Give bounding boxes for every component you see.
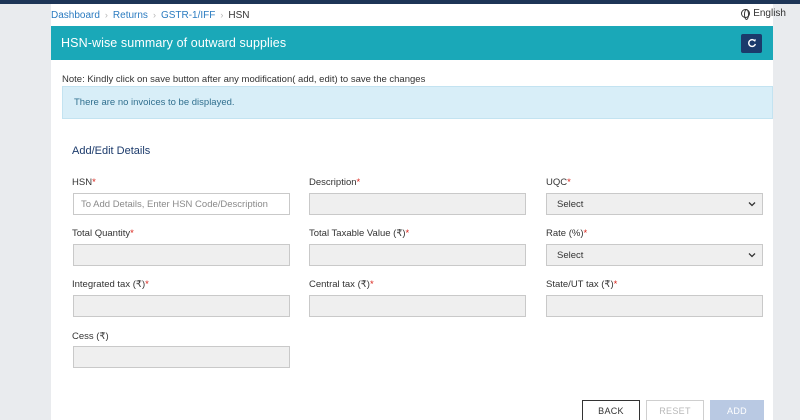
- breadcrumb-bar: Dashboard › Returns › GSTR-1/IFF › HSN E…: [51, 4, 786, 26]
- refresh-icon: [747, 38, 756, 48]
- section-title: Add/Edit Details: [72, 145, 151, 157]
- rate-selected-value: Select: [557, 249, 584, 261]
- central-tax-label: Central tax (₹)*: [309, 279, 374, 290]
- uqc-label: UQC*: [546, 177, 571, 188]
- cess-label: Cess (₹): [72, 331, 109, 342]
- uqc-selected-value: Select: [557, 198, 584, 210]
- state-ut-tax-label-text: State/UT tax (₹): [546, 279, 614, 290]
- breadcrumb-separator: ›: [220, 10, 224, 20]
- uqc-select[interactable]: Select: [546, 193, 763, 215]
- no-invoices-alert: There are no invoices to be displayed.: [62, 86, 773, 119]
- breadcrumb-separator: ›: [152, 10, 156, 20]
- cess-input[interactable]: [73, 346, 290, 368]
- required-marker: *: [405, 228, 410, 239]
- description-label: Description*: [309, 177, 360, 188]
- chevron-down-icon: [748, 253, 756, 258]
- main-panel: HSN-wise summary of outward supplies Not…: [51, 26, 773, 420]
- hsn-label-text: HSN: [72, 177, 93, 188]
- required-marker: *: [130, 228, 134, 239]
- description-label-text: Description: [309, 177, 357, 188]
- uqc-label-text: UQC: [546, 177, 568, 188]
- language-label: English: [753, 8, 786, 19]
- required-marker: *: [92, 177, 96, 188]
- globe-icon: [741, 9, 751, 20]
- total-taxable-value-label: Total Taxable Value (₹)*: [309, 228, 409, 239]
- breadcrumb-returns[interactable]: Returns: [113, 10, 148, 21]
- cess-label-text: Cess (₹): [72, 331, 109, 342]
- central-tax-label-text: Central tax (₹): [309, 279, 370, 290]
- hsn-input[interactable]: [73, 193, 290, 215]
- state-ut-tax-input[interactable]: [546, 295, 763, 317]
- required-marker: *: [613, 279, 618, 290]
- add-button[interactable]: ADD: [710, 400, 764, 420]
- required-marker: *: [567, 177, 571, 188]
- page-title: HSN-wise summary of outward supplies: [61, 36, 287, 50]
- description-input[interactable]: [309, 193, 526, 215]
- state-ut-tax-label: State/UT tax (₹)*: [546, 279, 617, 290]
- central-tax-input[interactable]: [309, 295, 526, 317]
- panel-header: HSN-wise summary of outward supplies: [51, 26, 773, 60]
- breadcrumb-gstr1-iff[interactable]: GSTR-1/IFF: [161, 10, 215, 21]
- required-marker: *: [145, 279, 149, 290]
- required-marker: *: [356, 177, 361, 188]
- rate-select[interactable]: Select: [546, 244, 763, 266]
- hsn-label: HSN*: [72, 177, 96, 188]
- integrated-tax-label: Integrated tax (₹)*: [72, 279, 149, 290]
- breadcrumb-dashboard[interactable]: Dashboard: [51, 10, 100, 21]
- integrated-tax-label-text: Integrated tax (₹): [72, 279, 146, 290]
- integrated-tax-input[interactable]: [73, 295, 290, 317]
- back-button[interactable]: BACK: [582, 400, 640, 420]
- rate-label: Rate (%)*: [546, 228, 587, 239]
- required-marker: *: [583, 228, 588, 239]
- language-selector[interactable]: English: [741, 8, 786, 20]
- save-note: Note: Kindly click on save button after …: [62, 74, 426, 85]
- total-taxable-value-label-text: Total Taxable Value (₹): [309, 228, 406, 239]
- total-quantity-label: Total Quantity*: [72, 228, 134, 239]
- required-marker: *: [369, 279, 374, 290]
- breadcrumb-separator: ›: [104, 10, 108, 20]
- breadcrumb: Dashboard › Returns › GSTR-1/IFF › HSN: [51, 10, 250, 21]
- left-gutter: [0, 4, 51, 420]
- refresh-button[interactable]: [741, 33, 762, 53]
- total-taxable-value-input[interactable]: [309, 244, 526, 266]
- right-gutter: [773, 4, 800, 420]
- breadcrumb-current: HSN: [228, 9, 250, 21]
- chevron-down-icon: [748, 202, 756, 207]
- total-quantity-input[interactable]: [73, 244, 290, 266]
- total-quantity-label-text: Total Quantity: [72, 228, 131, 239]
- rate-label-text: Rate (%): [546, 228, 584, 239]
- reset-button[interactable]: RESET: [646, 400, 704, 420]
